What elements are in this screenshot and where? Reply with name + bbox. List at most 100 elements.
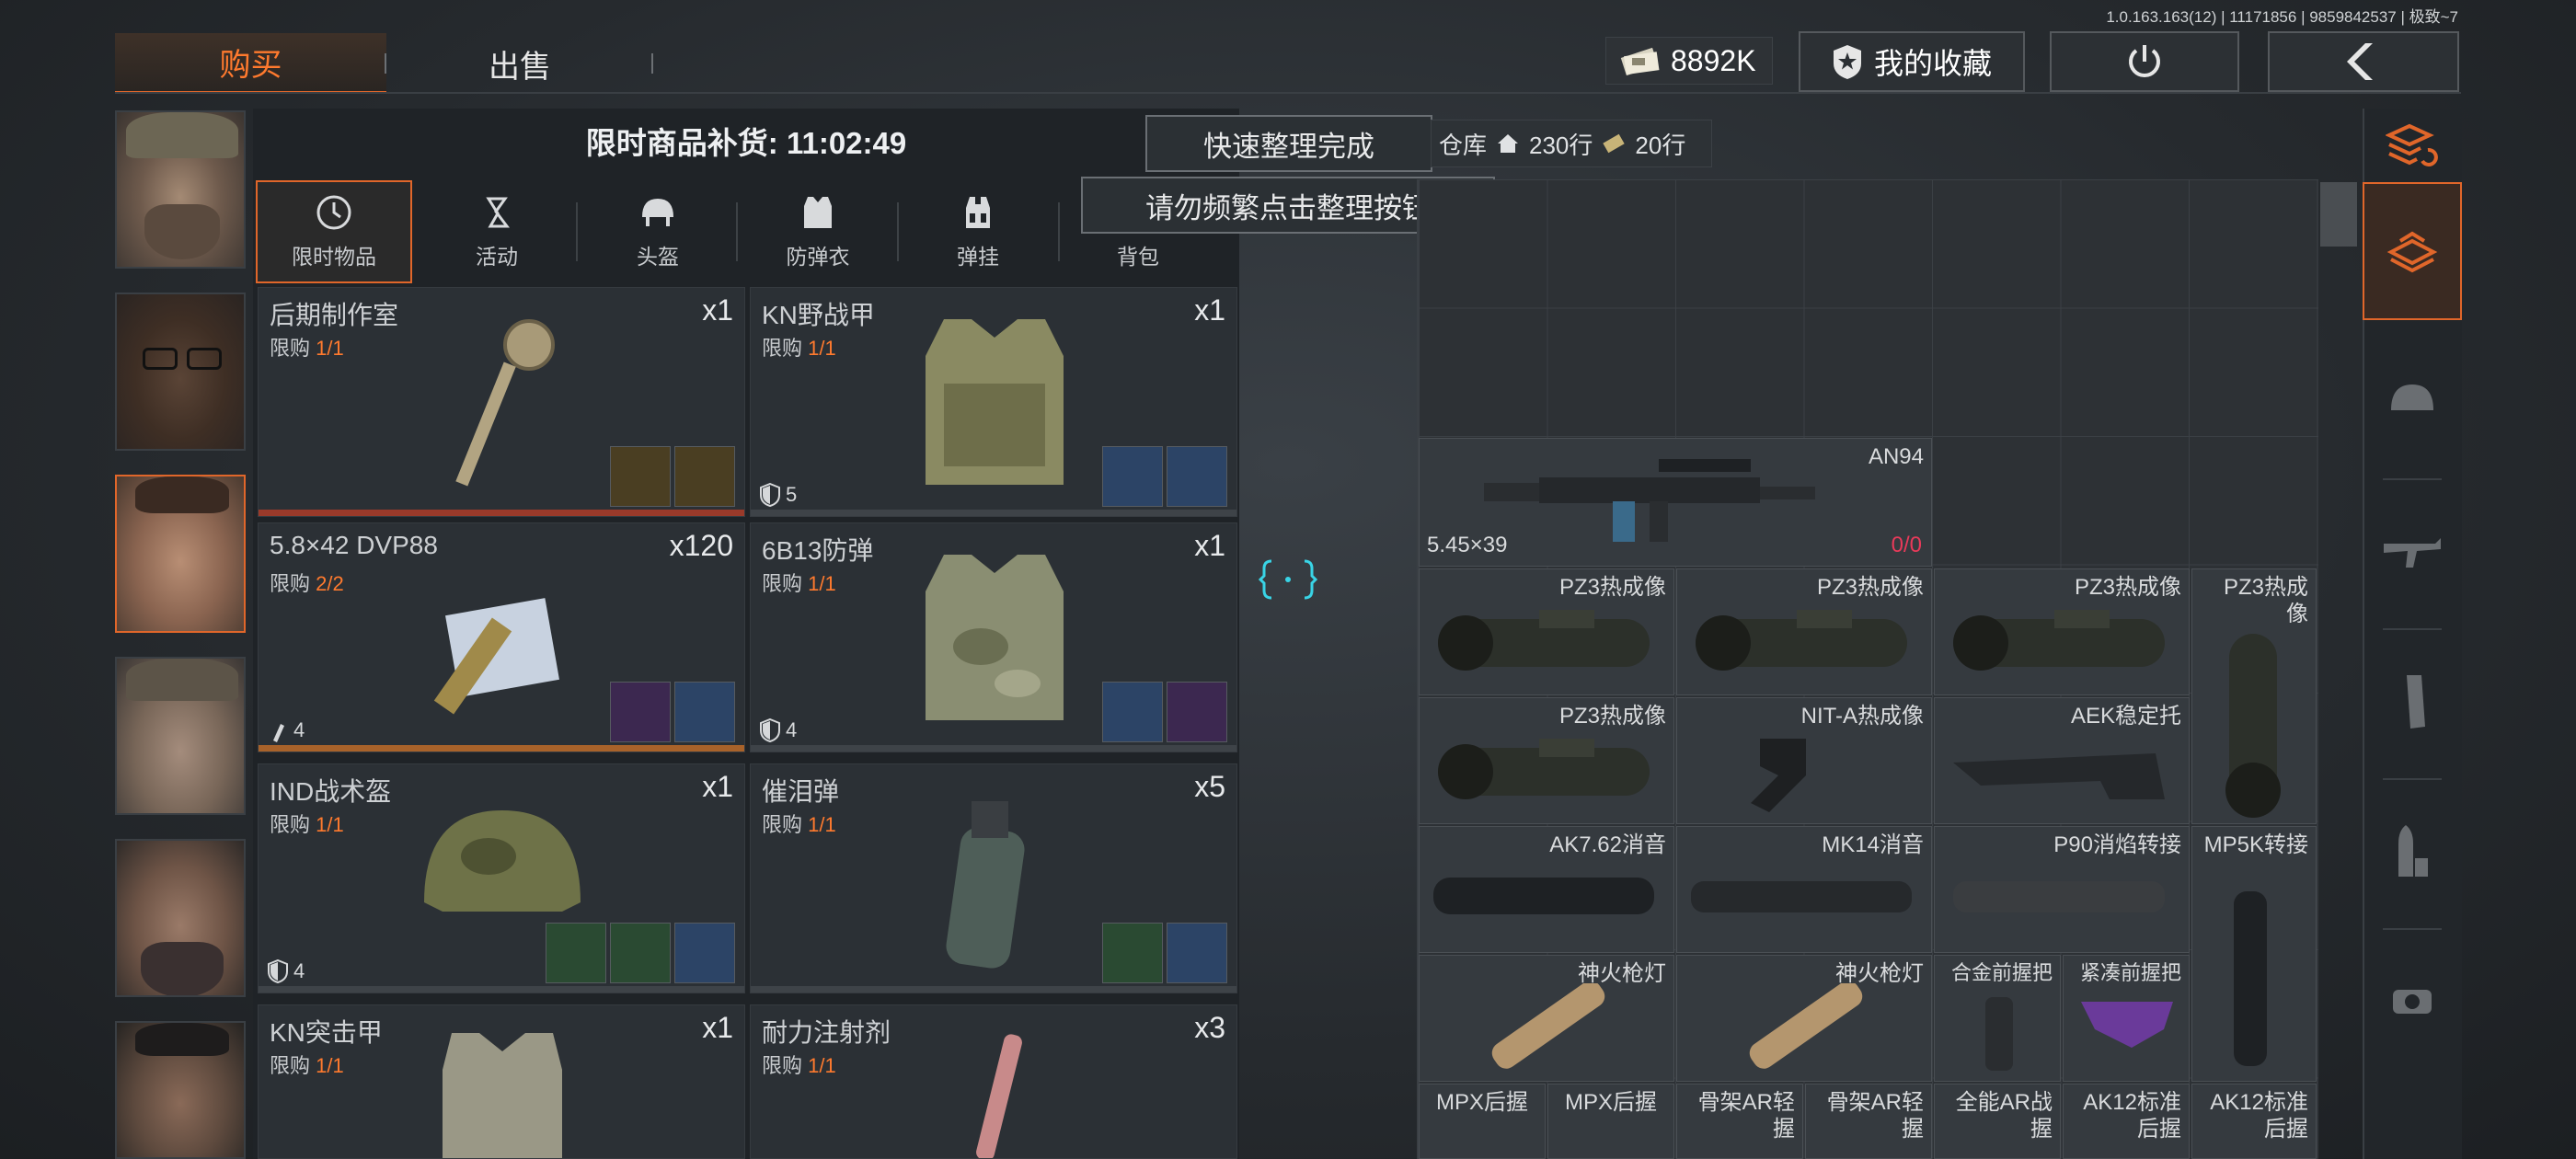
shop-item-card[interactable]: IND战术盔 限购 1/1 x1 4 xyxy=(258,763,745,993)
item-limit: 限购 1/1 xyxy=(762,813,836,836)
shop-item-card[interactable]: KN野战甲 限购 1/1 x1 5 xyxy=(750,287,1237,517)
filter-tab-weapon[interactable] xyxy=(2363,483,2462,621)
inventory-item[interactable]: 紧凑前握把 xyxy=(2063,955,2190,1082)
trade-cost-group xyxy=(1102,446,1227,507)
item-label: AK7.62消音 xyxy=(1549,832,1666,857)
trader-avatar[interactable] xyxy=(115,657,246,815)
inventory-item[interactable]: 全能AR战握 xyxy=(1934,1084,2061,1159)
rarity-strip xyxy=(259,986,744,993)
trader-avatar[interactable] xyxy=(115,110,246,269)
injector-item-image xyxy=(976,1034,1022,1158)
inventory-item[interactable]: NIT-A热成像 xyxy=(1676,697,1932,824)
shop-item-card[interactable]: 后期制作室 限购 1/1 x1 xyxy=(258,287,745,517)
inventory-item[interactable]: MPX后握 xyxy=(1547,1084,1674,1159)
warehouse-scrollbar[interactable] xyxy=(2320,182,2357,247)
inventory-item[interactable]: AK12标准后握 xyxy=(2191,1084,2317,1159)
inventory-item[interactable]: 骨架AR轻握 xyxy=(1805,1084,1932,1159)
cost-item-slot[interactable] xyxy=(610,446,671,507)
armor-level: 5 xyxy=(760,483,797,507)
tab-sell[interactable]: 出售 xyxy=(396,33,644,94)
inventory-item[interactable]: 骨架AR轻握 xyxy=(1676,1084,1803,1159)
item-label: NIT-A热成像 xyxy=(1800,704,1924,729)
favorites-button[interactable]: 我的收藏 xyxy=(1799,31,2025,92)
inventory-item[interactable]: AK7.62消音 xyxy=(1419,826,1674,953)
cost-item-slot[interactable] xyxy=(674,923,735,983)
shop-item-card[interactable]: 催泪弹 限购 1/1 x5 xyxy=(750,763,1237,993)
cost-item-slot[interactable] xyxy=(1102,446,1163,507)
cost-item-slot[interactable] xyxy=(674,682,735,742)
item-label: 骨架AR轻握 xyxy=(1826,1090,1924,1142)
category-limited[interactable]: 限时物品 xyxy=(256,180,412,283)
vest-item-image xyxy=(926,555,1064,720)
tab-divider xyxy=(2383,628,2442,630)
category-armor[interactable]: 防弹衣 xyxy=(740,180,896,283)
inventory-item[interactable]: PZ3热成像 xyxy=(2191,568,2317,824)
header-divider xyxy=(115,92,2461,94)
inventory-item[interactable]: MK14消音 xyxy=(1676,826,1932,953)
shop-item-card[interactable]: 6B13防弹 限购 1/1 x1 4 xyxy=(750,522,1237,752)
trader-avatar[interactable] xyxy=(115,475,246,633)
inventory-item[interactable]: PZ3热成像 xyxy=(1934,568,2190,695)
inventory-item[interactable]: PZ3热成像 xyxy=(1676,568,1932,695)
item-qty: x1 xyxy=(702,293,733,327)
filter-tab-ammo[interactable] xyxy=(2363,783,2462,921)
filter-tab-attachment[interactable] xyxy=(2363,933,2462,1071)
item-label: 全能AR战握 xyxy=(1955,1090,2053,1142)
trader-avatar[interactable] xyxy=(115,839,246,997)
tab-buy[interactable]: 购买 xyxy=(115,33,386,94)
inventory-item-an94[interactable]: AN94 5.45×39 0/0 xyxy=(1419,438,1932,567)
nvg-image xyxy=(1751,739,1806,812)
inventory-item[interactable]: AK12标准后握 xyxy=(2063,1084,2190,1159)
sort-button[interactable] xyxy=(2363,109,2462,182)
item-name: 后期制作室 xyxy=(270,301,399,329)
filter-tab-helmet[interactable] xyxy=(2363,333,2462,471)
inventory-item[interactable]: 合金前握把 xyxy=(1934,955,2061,1082)
power-button[interactable] xyxy=(2050,31,2239,92)
cost-item-slot[interactable] xyxy=(546,923,606,983)
inventory-item[interactable]: MP5K转接 xyxy=(2191,826,2317,1082)
clock-icon xyxy=(316,195,351,230)
cost-item-slot[interactable] xyxy=(674,446,735,507)
trader-avatar[interactable] xyxy=(115,293,246,451)
inventory-item[interactable]: 神火枪灯 xyxy=(1419,955,1674,1082)
adapter-image xyxy=(1953,881,2165,912)
cost-item-slot[interactable] xyxy=(1167,923,1227,983)
cost-item-slot[interactable] xyxy=(610,923,671,983)
flashlight-image xyxy=(1491,983,1605,1069)
trade-cost-group xyxy=(610,446,735,507)
inventory-item[interactable]: 神火枪灯 xyxy=(1676,955,1932,1082)
item-limit: 限购 1/1 xyxy=(270,813,344,836)
back-button[interactable] xyxy=(2268,31,2459,92)
inventory-item[interactable]: P90消焰转接 xyxy=(1934,826,2190,953)
cost-item-slot[interactable] xyxy=(1167,446,1227,507)
shop-item-card[interactable]: 5.8×42 DVP88 限购 2/2 x120 4 xyxy=(258,522,745,752)
item-label: 骨架AR轻握 xyxy=(1697,1090,1795,1142)
cost-item-slot[interactable] xyxy=(1102,682,1163,742)
inventory-item[interactable]: MPX后握 xyxy=(1419,1084,1546,1159)
item-name: KN突击甲 xyxy=(270,1018,383,1047)
filter-tab-all[interactable] xyxy=(2363,182,2462,320)
scope-image xyxy=(1953,610,2165,671)
extra-rows: 20行 xyxy=(1635,131,1686,159)
item-label: MP5K转接 xyxy=(2203,832,2308,857)
inventory-item[interactable]: AEK稳定托 xyxy=(1934,697,2190,824)
category-rig[interactable]: 弹挂 xyxy=(900,180,1056,283)
inventory-item[interactable]: PZ3热成像 xyxy=(1419,568,1674,695)
inventory-item[interactable]: PZ3热成像 xyxy=(1419,697,1674,824)
cost-item-slot[interactable] xyxy=(1167,682,1227,742)
focus-icon[interactable] xyxy=(1256,552,1320,607)
warehouse-label: 仓库 xyxy=(1439,131,1488,159)
cost-item-slot[interactable] xyxy=(610,682,671,742)
trader-avatar[interactable] xyxy=(115,1021,246,1159)
money-display: 8892K xyxy=(1605,37,1773,85)
cost-item-slot[interactable] xyxy=(1102,923,1163,983)
category-helmet[interactable]: 头盔 xyxy=(580,180,736,283)
filter-tab-magazine[interactable] xyxy=(2363,633,2462,771)
tab-divider xyxy=(2383,778,2442,780)
item-limit: 限购 2/2 xyxy=(270,572,344,595)
item-label: P90消焰转接 xyxy=(2053,832,2181,857)
category-event[interactable]: 活动 xyxy=(419,180,575,283)
trade-cost-group xyxy=(1102,682,1227,742)
shop-item-card[interactable]: 耐力注射剂 限购 1/1 x3 xyxy=(750,1004,1237,1159)
shop-item-card[interactable]: KN突击甲 限购 1/1 x1 xyxy=(258,1004,745,1159)
